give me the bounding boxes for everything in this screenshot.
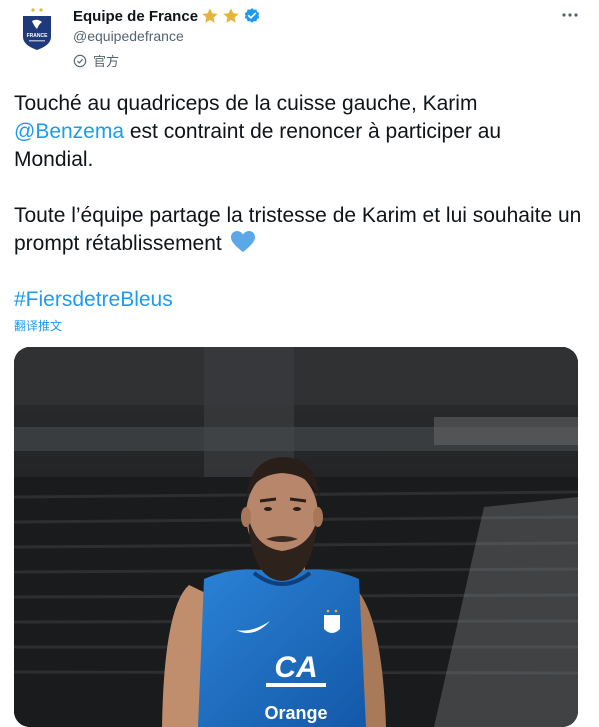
tweet-text-paragraph-2: Toute l’équipe partage la tristesse de K… — [14, 202, 584, 258]
fff-crest-icon: FRANCE — [23, 8, 51, 50]
author-name-row: Equipe de France — [73, 7, 261, 25]
tweet-media-photo[interactable]: CA Orange — [14, 347, 578, 727]
more-icon[interactable] — [561, 6, 579, 29]
mention-link[interactable]: @Benzema — [14, 120, 124, 143]
official-label-icon — [73, 54, 87, 67]
tweet-text-paragraph-3: #FiersdetreBleus — [14, 286, 584, 314]
hashtag-link[interactable]: #FiersdetreBleus — [14, 288, 173, 311]
translate-tweet-link[interactable]: 翻译推文 — [14, 317, 62, 334]
star-icon — [223, 8, 239, 23]
photo-player-benzema: CA Orange — [14, 347, 578, 727]
sponsor-sub-text: Orange — [264, 703, 327, 723]
author-display-name[interactable]: Equipe de France — [73, 8, 198, 25]
official-label: 官方 — [73, 51, 119, 70]
sponsor-logo-text: CA — [274, 651, 317, 684]
author-handle[interactable]: @equipedefrance — [73, 28, 184, 44]
avatar-crest-text: FRANCE — [27, 33, 48, 39]
official-label-text: 官方 — [93, 54, 120, 69]
heart-icon — [230, 231, 255, 252]
tweet-card: FRANCE Equipe de France @equipedefrance … — [0, 0, 599, 727]
avatar[interactable]: FRANCE — [14, 6, 60, 52]
tweet-text-line2: Toute l’équipe partage la tristesse de K… — [14, 204, 582, 255]
star-icon — [202, 8, 218, 23]
tweet-text-line1-start: Touché au quadriceps de la cuisse gauche… — [14, 92, 478, 115]
verified-icon — [244, 8, 260, 23]
tweet-text-paragraph-1: Touché au quadriceps de la cuisse gauche… — [14, 90, 584, 174]
